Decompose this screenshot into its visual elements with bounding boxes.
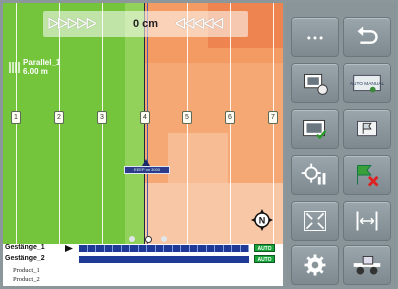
section-marker: 3 (97, 111, 107, 124)
boom-1-label: Gestänge_1 (5, 244, 45, 251)
machine-label: EEEP on 3000 (124, 166, 170, 174)
track-width-button[interactable] (343, 201, 391, 241)
zoom-fit-icon (304, 211, 326, 231)
width-arrows-icon (356, 211, 378, 231)
track-info: Parallel_1 6.00 m (9, 58, 60, 76)
tractor-icon (353, 255, 381, 275)
section-marker: 2 (54, 111, 64, 124)
toolbar-panel: ••• AUTO MANUAL (286, 3, 396, 286)
auto-manual-button[interactable]: AUTO MANUAL (343, 63, 391, 103)
return-arrow-icon (357, 26, 378, 44)
machine-button[interactable] (343, 245, 391, 285)
svg-text:AUTO MANUAL: AUTO MANUAL (350, 81, 385, 87)
section-marker: 5 (182, 111, 192, 124)
distance-readout: 0 cm (133, 18, 159, 30)
vehicle-position-icon (142, 159, 150, 166)
section-marker: 7 (268, 111, 278, 124)
position-stats-button[interactable] (291, 155, 339, 195)
zoom-fit-button[interactable] (291, 201, 339, 241)
section-marker: 4 (140, 111, 150, 124)
svg-text:•••: ••• (306, 33, 324, 45)
compass-letter: N (259, 216, 266, 226)
boom-2-label: Gestänge_2 (5, 255, 45, 262)
boom-2-sections[interactable] (79, 256, 249, 263)
flag-icon (357, 120, 377, 137)
display-settings-button[interactable] (291, 63, 339, 103)
app-root: ᐅᐅᐅᐅᐅ 0 cm ᐊᐊᐊᐊᐊ Parallel_1 6.00 m 1 2 3… (0, 0, 398, 289)
product-2-label: Product_2 (13, 276, 40, 283)
page-dot-active (145, 236, 152, 243)
boom-1-section-dividers (79, 245, 249, 252)
screen-gear-icon (304, 73, 328, 95)
page-dot (129, 236, 135, 242)
flag-delete-icon (357, 165, 379, 187)
settings-button[interactable] (291, 245, 339, 285)
rate-zone-light-2 (168, 133, 228, 183)
lightbar: ᐅᐅᐅᐅᐅ 0 cm ᐊᐊᐊᐊᐊ (43, 11, 248, 37)
more-button[interactable]: ••• (291, 17, 339, 57)
flag-button[interactable] (343, 109, 391, 149)
track-width: 6.00 m (23, 67, 48, 76)
back-button[interactable] (343, 17, 391, 57)
gear-icon (304, 254, 326, 276)
clear-boundary-button[interactable] (343, 155, 391, 195)
right-steer-arrows: ᐊᐊᐊᐊᐊ (175, 15, 225, 33)
track-name: Parallel_1 (23, 58, 61, 67)
parallel-track-icon (9, 62, 20, 73)
ellipsis-icon: ••• (306, 33, 324, 45)
page-dot (161, 236, 167, 242)
boom-status-panel: Gestänge_1 AUTO Gestänge_2 AUTO Product_… (3, 244, 283, 286)
applied-zone-green (3, 3, 125, 244)
auto-manual-icon: AUTO MANUAL (350, 74, 385, 93)
accept-button[interactable] (291, 109, 339, 149)
section-marker: 6 (225, 111, 235, 124)
page-indicator (129, 236, 169, 244)
screen-check-icon (303, 119, 327, 140)
play-arrow-icon (65, 245, 73, 252)
left-steer-arrows: ᐅᐅᐅᐅᐅ (47, 15, 97, 33)
position-chart-icon (301, 163, 326, 185)
north-compass-icon[interactable]: N (251, 209, 273, 231)
boom-2-auto-badge[interactable]: AUTO (254, 255, 275, 263)
boom-1-auto-badge[interactable]: AUTO (254, 244, 275, 252)
field-map[interactable]: ᐅᐅᐅᐅᐅ 0 cm ᐊᐊᐊᐊᐊ Parallel_1 6.00 m 1 2 3… (3, 3, 283, 244)
section-marker: 1 (11, 111, 21, 124)
product-1-label: Product_1 (13, 267, 40, 274)
